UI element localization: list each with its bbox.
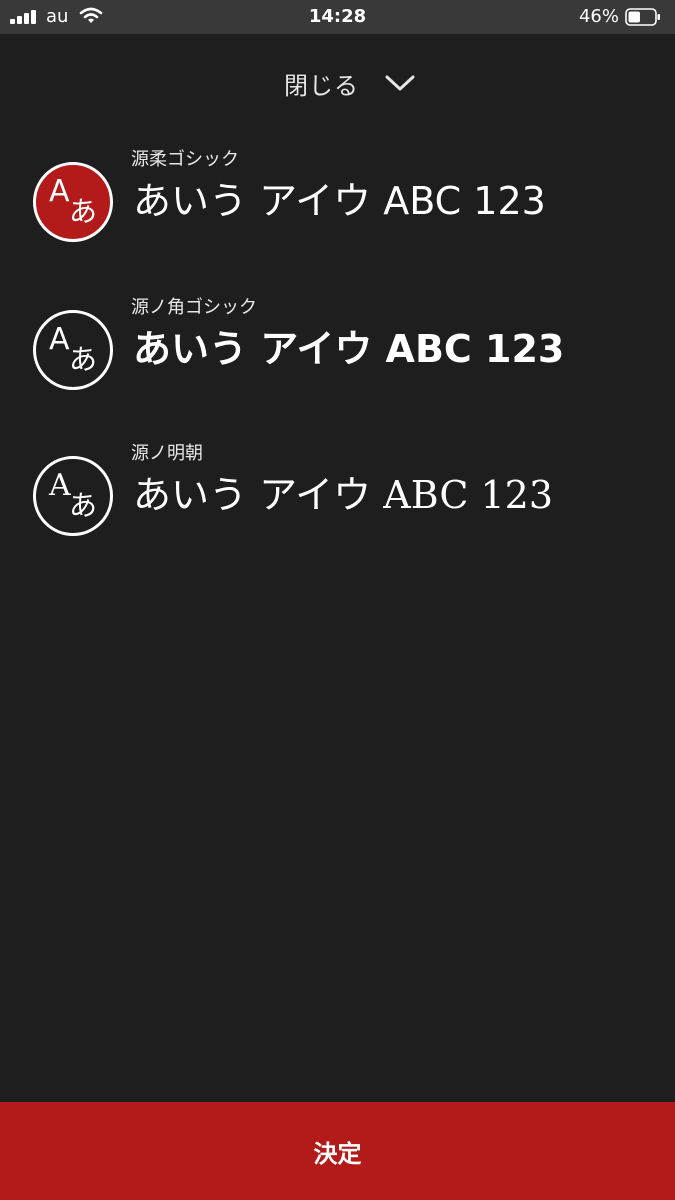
font-sample-text: あいう アイウ ABC 123 xyxy=(133,327,565,371)
chevron-down-icon xyxy=(385,75,415,91)
font-name: 源柔ゴシック xyxy=(131,149,239,170)
font-option-gen-jyuu-gothic[interactable]: A あ 源柔ゴシック あいう アイウ ABC 123 xyxy=(0,148,675,268)
font-option-source-han-serif[interactable]: A あ 源ノ明朝 あいう アイウ ABC 123 xyxy=(0,442,675,562)
close-label: 閉じる xyxy=(284,71,359,100)
font-sample-text: あいう アイウ ABC 123 xyxy=(133,473,554,517)
icon-glyph-latin: A xyxy=(49,174,70,209)
icon-glyph-kana: あ xyxy=(69,195,98,228)
confirm-button[interactable]: 決定 xyxy=(0,1102,675,1200)
icon-glyph-latin: A xyxy=(49,322,70,357)
icon-glyph-kana: あ xyxy=(69,343,98,376)
battery-icon xyxy=(625,8,660,26)
font-name: 源ノ明朝 xyxy=(131,443,203,464)
close-button[interactable]: 閉じる xyxy=(0,58,675,108)
icon-glyph-kana: あ xyxy=(69,489,98,522)
font-aa-icon: A あ xyxy=(33,162,113,242)
font-name: 源ノ角ゴシック xyxy=(131,297,257,318)
font-aa-icon: A あ xyxy=(33,456,113,536)
status-bar: au 14:28 46% xyxy=(0,0,675,34)
confirm-label: 決定 xyxy=(313,1139,362,1168)
battery-percent: 46% xyxy=(578,6,619,27)
status-time: 14:28 xyxy=(308,6,367,27)
font-aa-icon: A あ xyxy=(33,310,113,390)
font-option-source-han-sans[interactable]: A あ 源ノ角ゴシック あいう アイウ ABC 123 xyxy=(0,296,675,416)
font-sample-text: あいう アイウ ABC 123 xyxy=(133,179,546,223)
icon-glyph-latin: A xyxy=(49,468,71,503)
